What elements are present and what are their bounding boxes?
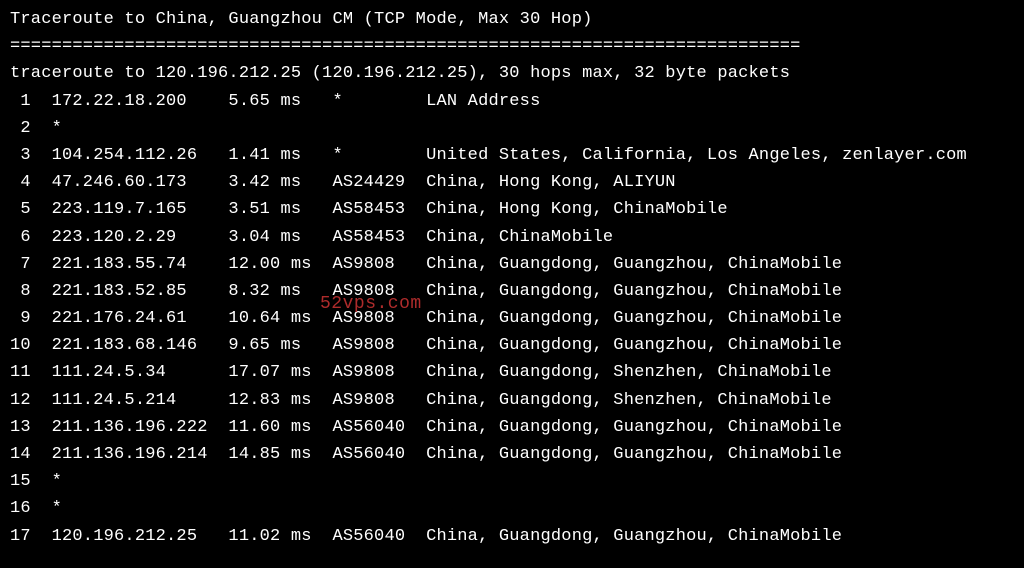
hop-row: 10 221.183.68.146 9.65 ms AS9808 China, … bbox=[10, 332, 1014, 359]
hop-row: 1 172.22.18.200 5.65 ms * LAN Address bbox=[10, 88, 1014, 115]
hop-row: 7 221.183.55.74 12.00 ms AS9808 China, G… bbox=[10, 251, 1014, 278]
hop-row: 9 221.176.24.61 10.64 ms AS9808 China, G… bbox=[10, 305, 1014, 332]
hop-list: 1 172.22.18.200 5.65 ms * LAN Address 2 … bbox=[10, 88, 1014, 550]
hop-row: 12 111.24.5.214 12.83 ms AS9808 China, G… bbox=[10, 387, 1014, 414]
hop-row: 13 211.136.196.222 11.60 ms AS56040 Chin… bbox=[10, 414, 1014, 441]
divider-line: ========================================… bbox=[10, 33, 1014, 60]
hop-row: 15 * bbox=[10, 468, 1014, 495]
hop-row: 8 221.183.52.85 8.32 ms AS9808 China, Gu… bbox=[10, 278, 1014, 305]
hop-row: 6 223.120.2.29 3.04 ms AS58453 China, Ch… bbox=[10, 224, 1014, 251]
hop-row: 16 * bbox=[10, 495, 1014, 522]
hop-row: 2 * bbox=[10, 115, 1014, 142]
title-line: Traceroute to China, Guangzhou CM (TCP M… bbox=[10, 6, 1014, 33]
hop-row: 17 120.196.212.25 11.02 ms AS56040 China… bbox=[10, 523, 1014, 550]
command-line: traceroute to 120.196.212.25 (120.196.21… bbox=[10, 60, 1014, 87]
hop-row: 5 223.119.7.165 3.51 ms AS58453 China, H… bbox=[10, 196, 1014, 223]
hop-row: 3 104.254.112.26 1.41 ms * United States… bbox=[10, 142, 1014, 169]
hop-row: 4 47.246.60.173 3.42 ms AS24429 China, H… bbox=[10, 169, 1014, 196]
watermark-text: 52vps.com bbox=[320, 290, 422, 319]
hop-row: 11 111.24.5.34 17.07 ms AS9808 China, Gu… bbox=[10, 359, 1014, 386]
hop-row: 14 211.136.196.214 14.85 ms AS56040 Chin… bbox=[10, 441, 1014, 468]
